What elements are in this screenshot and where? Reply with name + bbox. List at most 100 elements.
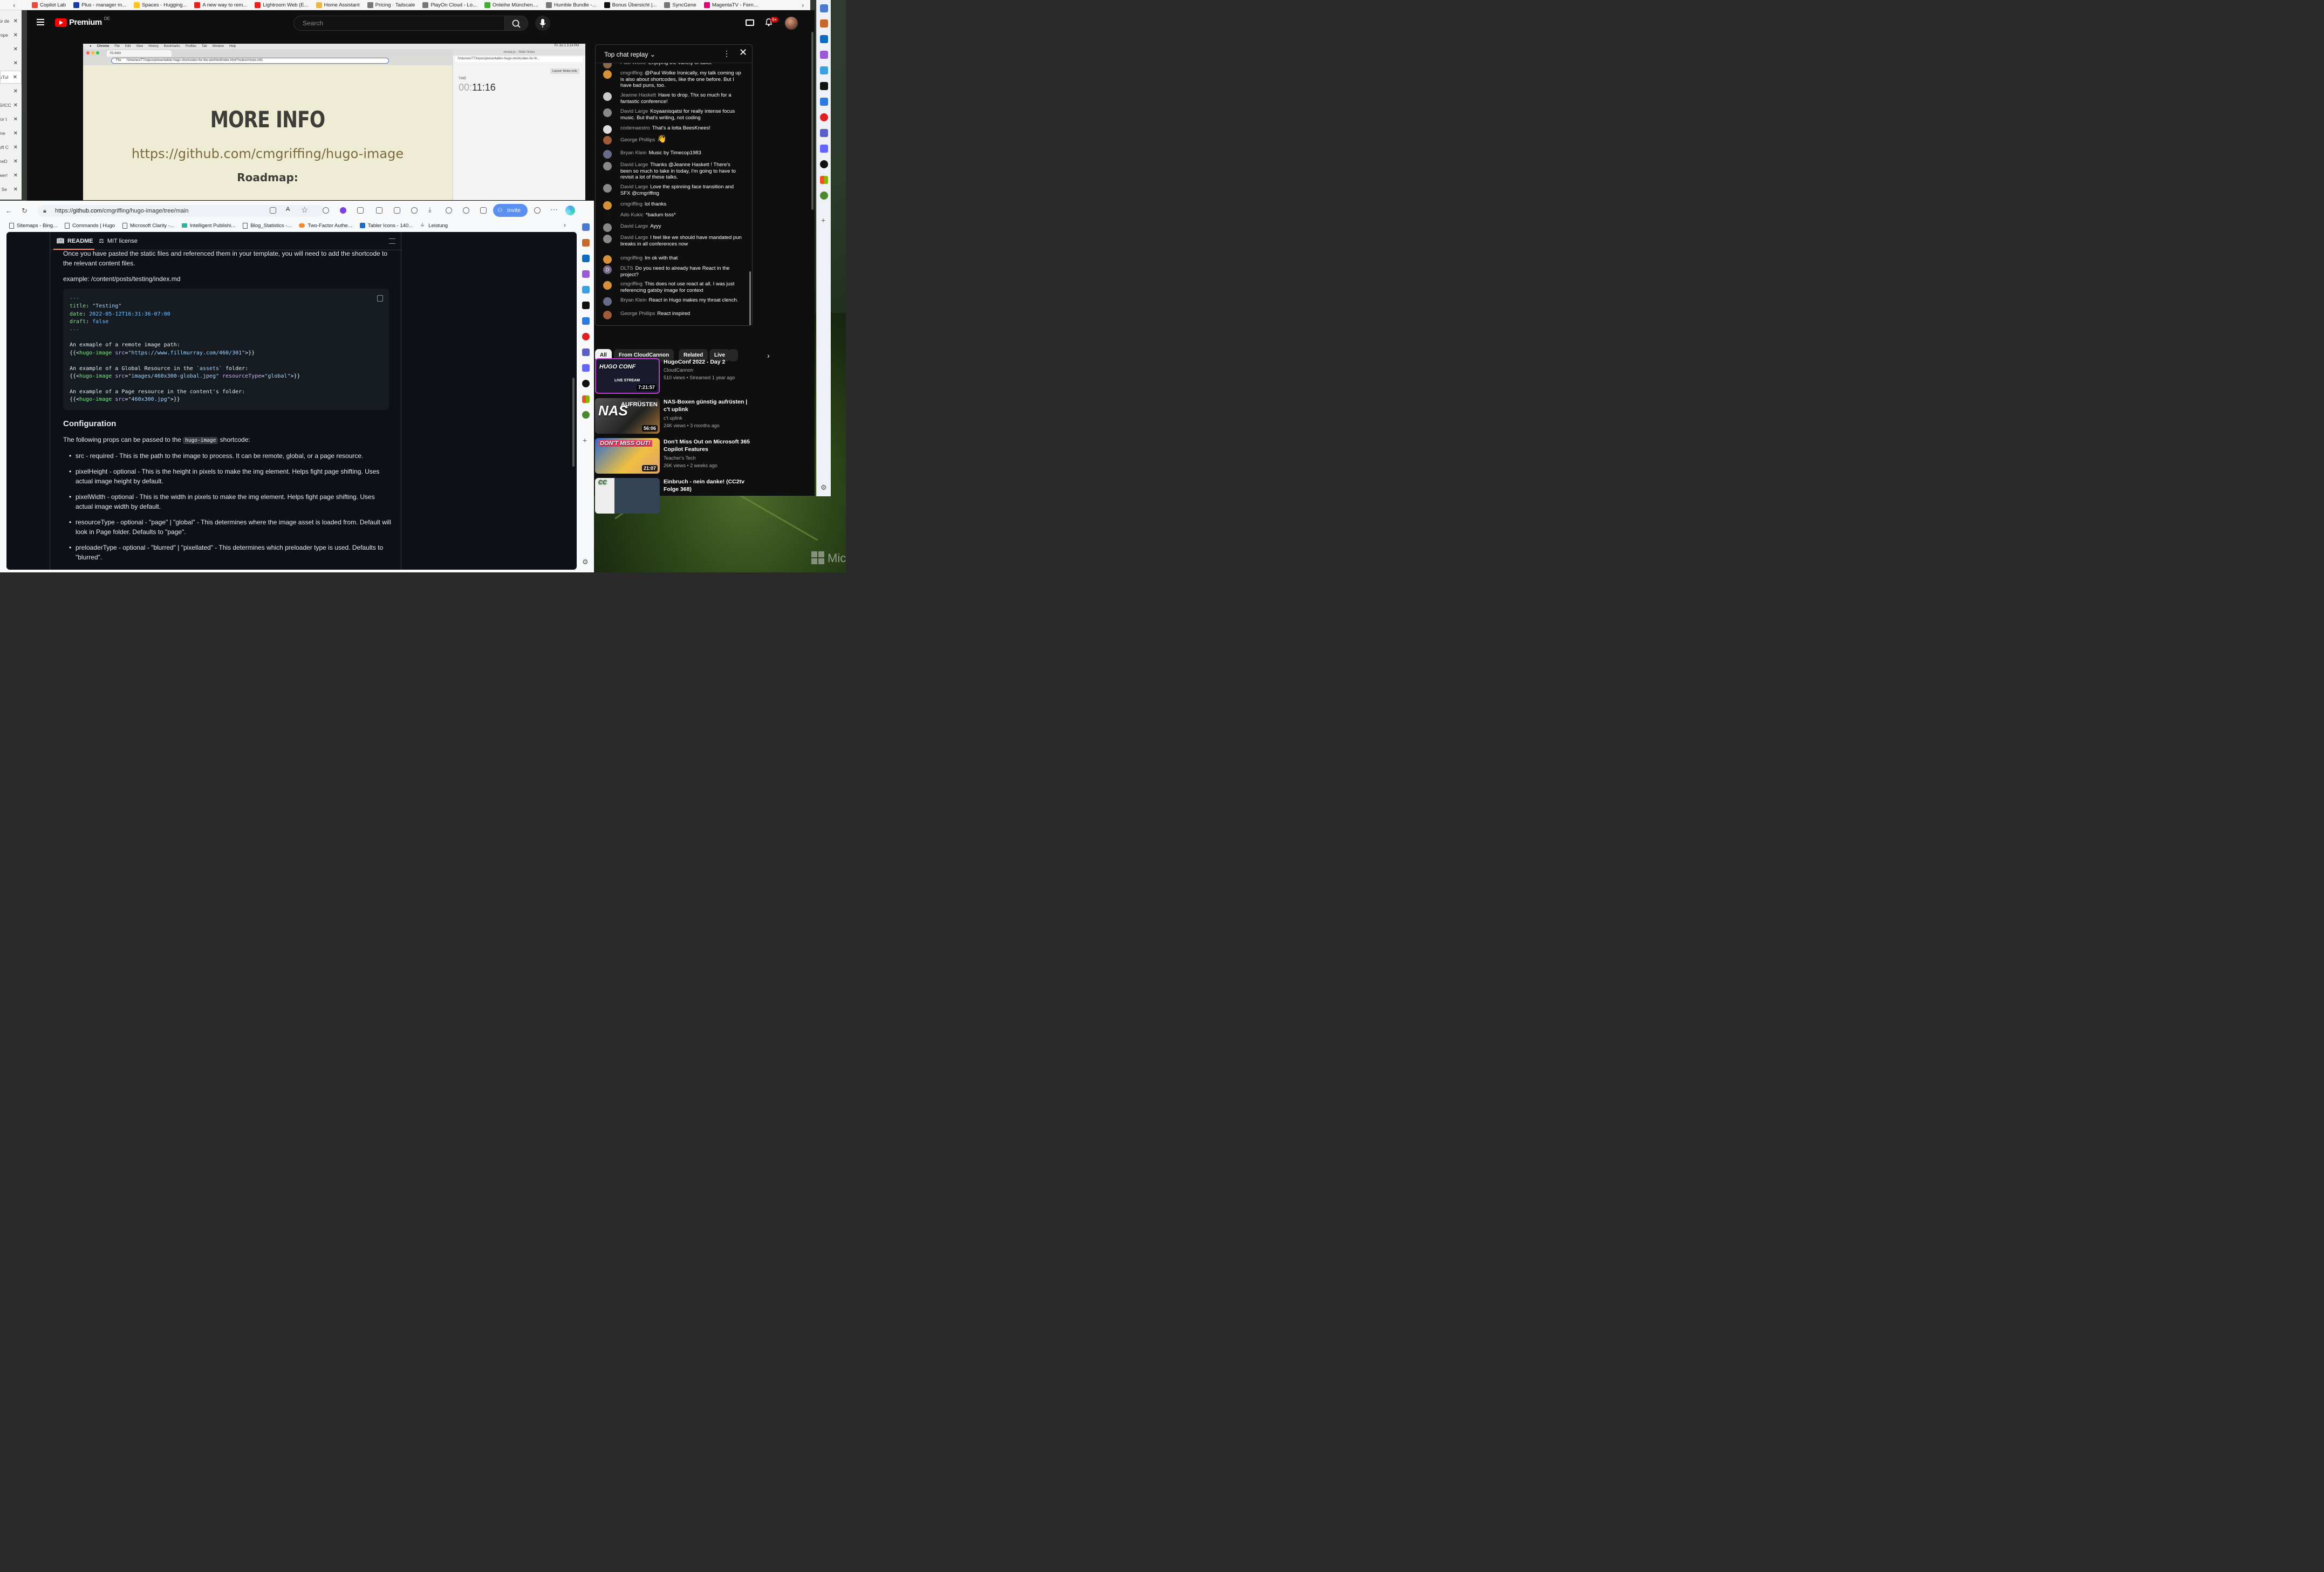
- plus-icon[interactable]: +: [821, 216, 825, 224]
- microphone-button[interactable]: [535, 16, 550, 31]
- search-button[interactable]: [504, 16, 528, 31]
- chevron-right-icon[interactable]: ›: [564, 221, 566, 229]
- top-bookmark[interactable]: Lightroom Web (E...: [251, 2, 312, 8]
- favorites-bar-item[interactable]: Blog_Statistics -...: [239, 222, 295, 229]
- screenshot-icon[interactable]: [480, 207, 487, 214]
- close-icon[interactable]: ✕: [13, 60, 18, 66]
- close-icon[interactable]: ✕: [13, 32, 18, 38]
- address-bar[interactable]: 🔒︎ https://github.com/cmgriffing/hugo-im…: [38, 205, 324, 217]
- chat-scrollbar[interactable]: [749, 271, 751, 325]
- favorites-bar-item[interactable]: Commands | Hugo: [61, 222, 119, 229]
- search-input[interactable]: Search: [293, 16, 505, 31]
- video-thumbnail[interactable]: NAS AUFRÜSTEN 56:06: [595, 398, 660, 434]
- briefcase-icon[interactable]: [820, 19, 828, 28]
- page-scrollbar[interactable]: [572, 378, 575, 467]
- proton-icon[interactable]: [340, 207, 346, 214]
- favorites-bar-item[interactable]: Intelligent Publishi...: [178, 223, 240, 229]
- youtube-icon[interactable]: [820, 113, 828, 121]
- create-video-icon[interactable]: [746, 19, 754, 26]
- briefcase-icon[interactable]: [582, 239, 590, 247]
- tag-icon[interactable]: [820, 4, 828, 12]
- video-player[interactable]: ● Chrome File Edit View History Bookmarks Profi…: [83, 44, 585, 200]
- more-options-icon[interactable]: ⋮: [723, 49, 730, 58]
- top-bookmark[interactable]: Plus - manager m...: [70, 2, 130, 8]
- left-tab[interactable]: ✕: [0, 57, 22, 70]
- close-icon[interactable]: ✕: [13, 145, 18, 151]
- left-tab[interactable]: rope ✕: [0, 29, 22, 42]
- teams-icon[interactable]: [820, 129, 828, 137]
- left-tab[interactable]: ✕: [0, 85, 22, 98]
- collections-icon[interactable]: [394, 207, 400, 214]
- left-tab[interactable]: oft C ✕: [0, 141, 22, 154]
- youtube-icon[interactable]: [582, 333, 590, 340]
- x-icon[interactable]: [820, 82, 828, 90]
- close-icon[interactable]: ✕: [739, 47, 747, 58]
- video-thumbnail[interactable]: HUGO CONF LIVE STREAM 7:21:57: [595, 358, 660, 394]
- chevron-right-icon[interactable]: ›: [802, 1, 804, 9]
- top-bookmark[interactable]: SyncGene: [660, 2, 700, 8]
- invite-button[interactable]: ⚇ Invite: [493, 204, 528, 217]
- copy-icon[interactable]: [377, 295, 383, 302]
- office-icon[interactable]: [820, 176, 828, 184]
- send-icon[interactable]: [582, 286, 590, 293]
- back-arrow-icon[interactable]: ←: [5, 207, 12, 215]
- x-icon[interactable]: [582, 302, 590, 309]
- video-title[interactable]: Don't Miss Out on Microsoft 365 Copilot …: [664, 438, 750, 453]
- gear-icon[interactable]: ⚙: [821, 483, 827, 492]
- history-icon[interactable]: [411, 207, 418, 214]
- bing-b-icon[interactable]: [582, 411, 590, 419]
- close-icon[interactable]: ✕: [13, 117, 18, 122]
- chat-mode-dropdown[interactable]: Top chat replay ⌄: [604, 51, 655, 58]
- left-tab[interactable]: for t ✕: [0, 113, 22, 126]
- app-grid-icon[interactable]: [270, 207, 276, 214]
- todo-icon[interactable]: [582, 317, 590, 325]
- close-icon[interactable]: ✕: [13, 46, 18, 52]
- outlook-icon[interactable]: [582, 255, 590, 262]
- favorites-bar-item[interactable]: Two-Factor Authe...: [295, 223, 356, 229]
- mastodon-icon[interactable]: [582, 364, 590, 372]
- chevron-left-icon[interactable]: ‹: [13, 1, 15, 9]
- feedback-icon[interactable]: [463, 207, 469, 214]
- copilot-icon[interactable]: [820, 51, 828, 59]
- left-tab[interactable]: uTul ✕: [0, 71, 22, 84]
- mastodon-icon[interactable]: [820, 145, 828, 153]
- sync-icon[interactable]: [357, 207, 364, 214]
- tab-license[interactable]: ⚖ MIT license: [99, 237, 138, 244]
- video-channel[interactable]: c't uplink: [664, 415, 682, 421]
- video-thumbnail[interactable]: DON'T MISS OUT! 21:07: [595, 438, 660, 474]
- todo-icon[interactable]: [820, 98, 828, 106]
- favorite-star-icon[interactable]: ☆: [301, 205, 308, 215]
- video-channel[interactable]: Teacher's Tech: [664, 455, 696, 461]
- threads-icon[interactable]: [582, 380, 590, 387]
- close-icon[interactable]: ✕: [13, 88, 18, 94]
- refresh-icon[interactable]: ↻: [22, 207, 28, 215]
- copilot-icon[interactable]: [582, 270, 590, 278]
- top-bookmark[interactable]: Home Assistant: [312, 2, 364, 8]
- hamburger-menu-icon[interactable]: [37, 19, 44, 25]
- top-bookmark[interactable]: Humble Bundle -...: [542, 2, 600, 8]
- top-bookmark[interactable]: Spaces - Hugging...: [130, 2, 190, 8]
- close-icon[interactable]: ✕: [13, 173, 18, 179]
- page-scrollbar[interactable]: [811, 32, 814, 210]
- close-icon[interactable]: ✕: [13, 187, 18, 193]
- video-title[interactable]: HugoConf 2022 - Day 2: [664, 358, 750, 366]
- split-screen-icon[interactable]: [376, 207, 382, 214]
- video-thumbnail[interactable]: CC: [595, 478, 660, 514]
- video-title[interactable]: NAS-Boxen günstig aufrüsten | c't uplink: [664, 398, 750, 413]
- top-bookmark[interactable]: MagentaTV - Fern...: [700, 2, 762, 8]
- download-icon[interactable]: ⤓: [428, 206, 432, 214]
- favorites-bar-item[interactable]: Microsoft Clarity -...: [119, 222, 178, 229]
- close-icon[interactable]: ✕: [13, 18, 18, 24]
- account-avatar[interactable]: [785, 17, 798, 30]
- top-bookmark[interactable]: Copilot Lab: [28, 2, 70, 8]
- gear-icon[interactable]: ⚙: [582, 558, 589, 566]
- favorites-bar-item[interactable]: Tabler Icons - 140...: [356, 223, 416, 229]
- performance-icon[interactable]: [446, 207, 452, 214]
- close-icon[interactable]: ✕: [13, 159, 18, 165]
- left-tab[interactable]: | Se ✕: [0, 183, 22, 196]
- outline-menu-icon[interactable]: [389, 238, 395, 244]
- left-tab[interactable]: me ✕: [0, 127, 22, 140]
- video-title[interactable]: Einbruch - nein danke! (CC2tv Folge 368): [664, 478, 750, 493]
- chevron-right-icon[interactable]: ›: [767, 351, 770, 360]
- share-icon[interactable]: [534, 207, 541, 214]
